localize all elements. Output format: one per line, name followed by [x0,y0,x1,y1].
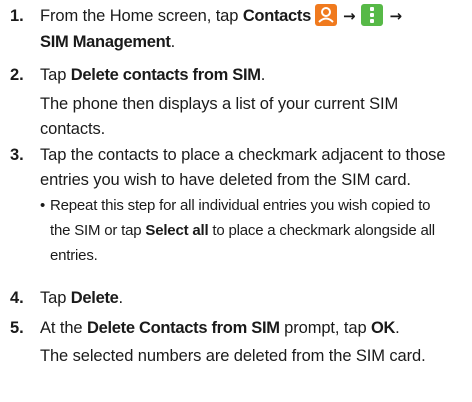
arrow-icon: → [343,7,356,25]
step-result-text: contacts. [40,120,106,138]
step-number: 1. [10,7,24,25]
step-number: 2. [10,66,24,84]
step-number: 5. [10,319,24,337]
step-text-line2: entries you wish to have deleted from th… [40,171,411,189]
step-text: Tap the contacts to place a checkmark ad… [40,146,446,164]
bullet-mark: • [40,197,46,214]
contacts-app-icon [315,4,338,26]
bullet-note: • Repeat this step for all individual en… [40,194,470,270]
step-number: 3. [10,146,24,164]
step-text: From the Home screen, tap Contacts → → [40,4,470,29]
step-result-text: The phone then displays a list of your c… [40,95,399,113]
step-result-text: The selected numbers are deleted from th… [40,347,426,365]
arrow-icon: → [389,7,402,25]
step-number: 4. [10,289,24,307]
step-text-line2: SIM Management. [40,33,176,51]
step-text: Tap Delete. [40,289,124,307]
step-text: Tap Delete contacts from SIM. [40,66,266,84]
menu-icon [361,4,384,26]
step-text: At the Delete Contacts from SIM prompt, … [40,319,400,337]
